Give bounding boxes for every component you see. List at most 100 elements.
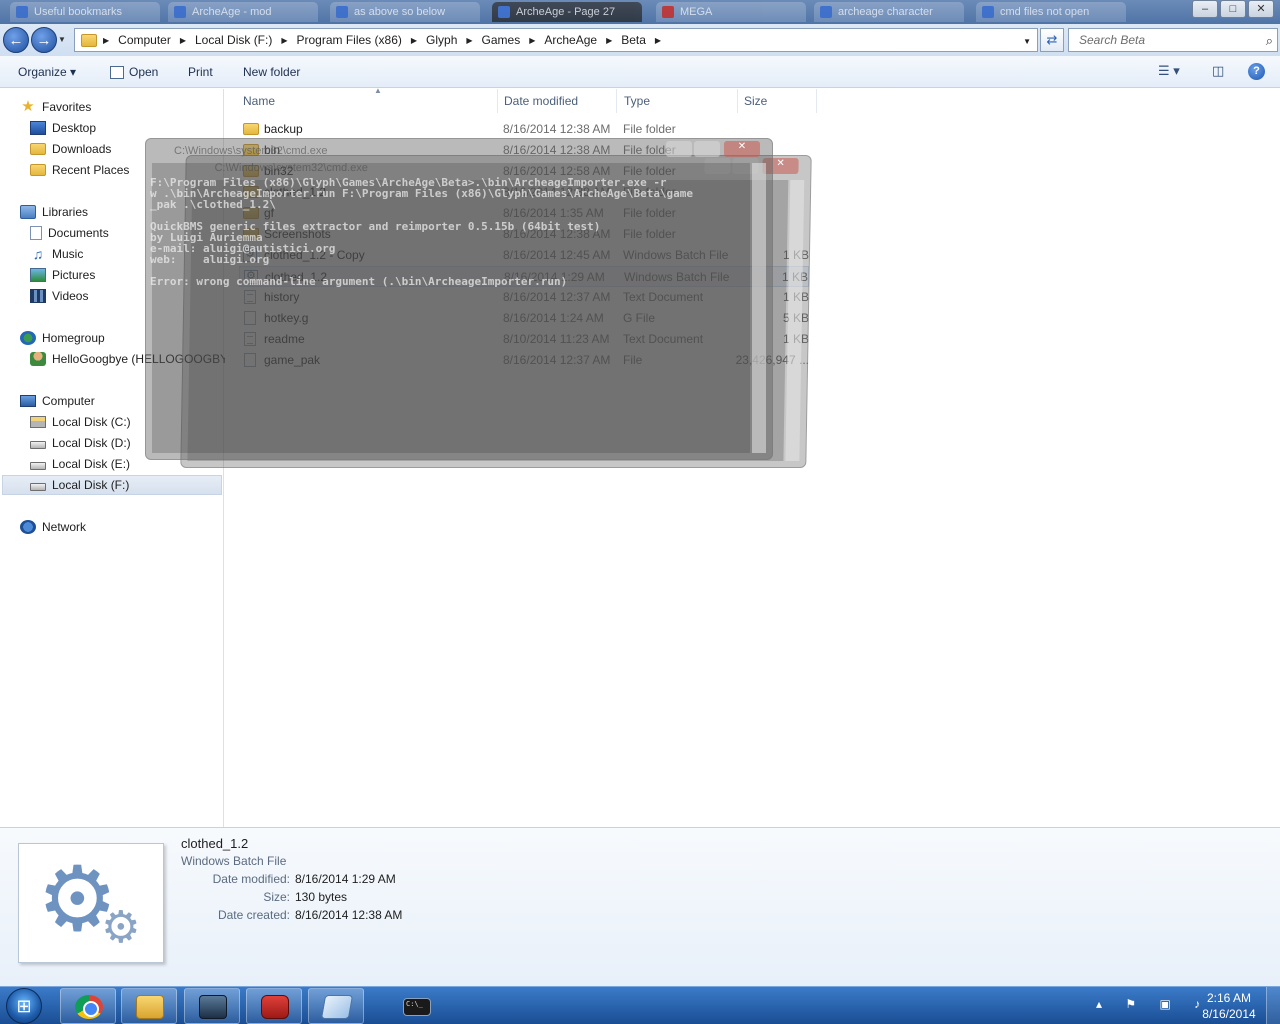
file-size: 5 KB <box>782 311 809 325</box>
background-tab[interactable]: ArcheAge - Page 27 <box>492 2 642 22</box>
details-file-name: clothed_1.2 <box>181 836 249 851</box>
column-header-type[interactable]: Type <box>617 89 738 113</box>
nav-libraries[interactable]: Libraries <box>20 202 88 222</box>
minimize-button[interactable]: – <box>1192 0 1218 18</box>
file-row[interactable]: history 8/16/2014 12:37 AM Text Document 1 … <box>239 287 809 308</box>
forward-button[interactable]: → <box>31 27 57 53</box>
breadcrumb-separator[interactable]: ▶ <box>606 36 612 45</box>
nav-music[interactable]: ♫ Music <box>30 244 84 264</box>
nav-favorites[interactable]: ★ Favorites <box>20 97 91 117</box>
nav-label: Videos <box>52 289 89 303</box>
breadcrumb-separator[interactable]: ▶ <box>180 36 186 45</box>
nav-pictures[interactable]: Pictures <box>30 265 95 285</box>
background-tab[interactable]: archeage character <box>814 2 964 22</box>
address-row: ← → ▼ ▶ Computer ▶ Local Disk (F:) ▶ Pro… <box>0 24 1280 56</box>
nav-disk-c[interactable]: Local Disk (C:) <box>30 412 131 432</box>
nav-videos[interactable]: Videos <box>30 286 88 306</box>
start-button[interactable]: ⊞ <box>6 988 42 1024</box>
taskbar-explorer[interactable] <box>121 988 177 1024</box>
file-type: File <box>623 353 643 367</box>
file-row[interactable]: bin 8/16/2014 12:38 AM File folder <box>239 140 809 161</box>
organize-menu[interactable]: Organize ▾ <box>18 65 76 79</box>
background-tab[interactable]: MEGA <box>656 2 806 22</box>
background-tab[interactable]: as above so below <box>330 2 480 22</box>
new-folder-button[interactable]: New folder <box>243 65 300 79</box>
breadcrumb-archeage[interactable]: ArcheAge <box>544 33 597 47</box>
nav-documents[interactable]: Documents <box>30 223 109 243</box>
back-button[interactable]: ← <box>3 27 29 53</box>
maximize-button[interactable]: □ <box>1220 0 1246 18</box>
clock[interactable]: 2:16 AM 8/16/2014 <box>1196 990 1262 1022</box>
file-type: File folder <box>623 122 676 136</box>
network-icon <box>20 520 36 534</box>
breadcrumb-games[interactable]: Games <box>482 33 521 47</box>
help-icon[interactable]: ? <box>1248 63 1265 80</box>
nav-disk-d[interactable]: Local Disk (D:) <box>30 433 131 453</box>
breadcrumb-beta[interactable]: Beta <box>621 33 646 47</box>
nav-disk-e[interactable]: Local Disk (E:) <box>30 454 130 474</box>
search-input[interactable]: Search Beta ⌕ <box>1068 28 1278 52</box>
notification-tray[interactable]: ▴ ⚑ ▣ ♪ <box>1096 997 1210 1011</box>
taskbar: ⊞ C:\_ ▴ ⚑ ▣ ♪ 2:16 AM 8/16/2014 <box>0 986 1280 1024</box>
file-row[interactable]: Screenshots 8/16/2014 12:38 AM File folder <box>239 224 809 245</box>
nav-downloads[interactable]: Downloads <box>30 139 111 159</box>
window-controls: – □ ✕ <box>1192 0 1274 18</box>
taskbar-red-app[interactable] <box>246 988 302 1024</box>
refresh-button[interactable]: ⇄ <box>1040 28 1064 52</box>
file-row[interactable]: clothed_1.2 8/16/2014 12:38 AM File folder <box>239 182 809 203</box>
background-tab[interactable]: ArcheAge - mod <box>168 2 318 22</box>
file-row[interactable]: backup 8/16/2014 12:38 AM File folder <box>239 119 809 140</box>
column-header-name[interactable]: Name ▲ <box>236 86 498 113</box>
taskbar-notes-app[interactable] <box>308 988 364 1024</box>
breadcrumb-separator[interactable]: ▶ <box>103 36 109 45</box>
file-name: bin32 <box>264 164 294 178</box>
open-button[interactable]: Open <box>129 65 158 79</box>
search-placeholder: Search Beta <box>1079 33 1146 47</box>
breadcrumb-program-files[interactable]: Program Files (x86) <box>297 33 402 47</box>
breadcrumb-glyph[interactable]: Glyph <box>426 33 457 47</box>
background-tab[interactable]: Useful bookmarks <box>10 2 160 22</box>
background-tab[interactable]: cmd files not open <box>976 2 1126 22</box>
nav-homegroup-user[interactable]: HelloGoogbye (HELLOGOOGBYE <box>30 349 236 369</box>
file-row[interactable]: bin32 8/16/2014 12:58 AM File folder <box>239 161 809 182</box>
nav-network[interactable]: Network <box>20 517 86 537</box>
close-button[interactable]: ✕ <box>1248 0 1274 18</box>
file-name: clothed_1.2 <box>265 270 328 284</box>
details-date-created-label: Date created: <box>217 908 290 922</box>
taskbar-chrome[interactable] <box>60 988 116 1024</box>
file-row[interactable]: clothed_1.2 8/16/2014 1:29 AM Windows Batc… <box>239 266 809 287</box>
nav-computer[interactable]: Computer <box>20 391 95 411</box>
file-row[interactable]: readme 8/10/2014 11:23 AM Text Document 1 K… <box>239 329 809 350</box>
column-header-date[interactable]: Date modified <box>497 89 617 113</box>
show-desktop-button[interactable] <box>1266 987 1280 1024</box>
breadcrumb-local-disk-f[interactable]: Local Disk (F:) <box>195 33 272 47</box>
breadcrumb-separator[interactable]: ▶ <box>655 36 661 45</box>
file-type: Windows Batch File <box>623 248 729 262</box>
breadcrumb-separator[interactable]: ▶ <box>466 36 472 45</box>
nav-recent-places[interactable]: Recent Places <box>30 160 129 180</box>
breadcrumb-separator[interactable]: ▶ <box>281 36 287 45</box>
disk-icon <box>30 483 46 491</box>
column-header-size[interactable]: Size <box>737 89 817 113</box>
homegroup-icon <box>20 331 36 345</box>
breadcrumb-computer[interactable]: Computer <box>118 33 171 47</box>
nav-homegroup[interactable]: Homegroup <box>20 328 105 348</box>
taskbar-monitor-app[interactable] <box>184 988 240 1024</box>
file-row[interactable]: clothed_1.2 - Copy 8/16/2014 12:45 AM Wind… <box>239 245 809 266</box>
file-row[interactable]: hotkey.g 8/16/2014 1:24 AM G File 5 KB <box>239 308 809 329</box>
file-date-modified: 8/16/2014 12:38 AM <box>503 143 611 157</box>
file-row[interactable]: game_pak 8/16/2014 12:37 AM File 23,426,947… <box>239 350 809 371</box>
file-row[interactable]: gf 8/16/2014 1:35 AM File folder <box>239 203 809 224</box>
address-bar[interactable]: ▶ Computer ▶ Local Disk (F:) ▶ Program F… <box>74 28 1038 52</box>
preview-pane-button[interactable]: ◫ <box>1212 63 1224 79</box>
change-view-button[interactable]: ☰ ▾ <box>1158 63 1180 79</box>
search-icon[interactable]: ⌕ <box>1266 33 1273 49</box>
nav-disk-f[interactable]: Local Disk (F:) <box>2 475 222 495</box>
recent-pages-dropdown[interactable]: ▼ <box>58 35 66 44</box>
print-button[interactable]: Print <box>188 65 213 79</box>
nav-desktop[interactable]: Desktop <box>30 118 96 138</box>
breadcrumb-separator[interactable]: ▶ <box>411 36 417 45</box>
breadcrumb-separator[interactable]: ▶ <box>529 36 535 45</box>
taskbar-cmd[interactable]: C:\_ <box>388 988 444 1024</box>
address-dropdown[interactable]: ▼ <box>1023 37 1031 46</box>
